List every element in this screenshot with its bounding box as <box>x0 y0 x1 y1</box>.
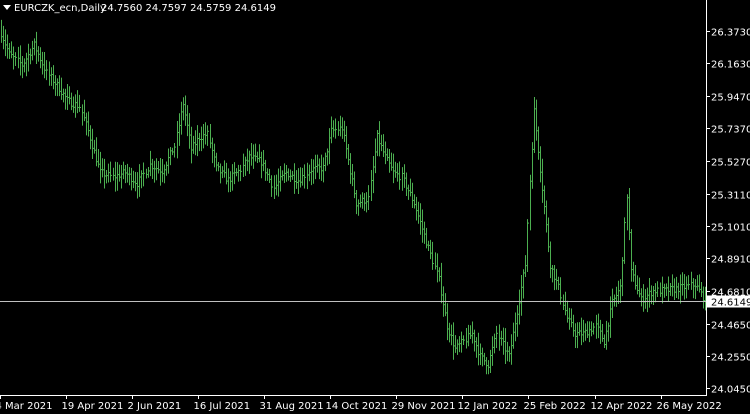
time-tick-label: 25 Feb 2022 <box>524 401 586 412</box>
current-price-label: 24.6149 <box>711 298 750 309</box>
price-tick-label: 25.1010 <box>711 223 750 234</box>
price-tick-label: 24.8910 <box>711 255 750 266</box>
price-chart[interactable]: EURCZK_ecn,Daily 24.7560 24.7597 24.5759… <box>0 0 750 414</box>
price-tick-label: 24.2550 <box>711 353 750 364</box>
price-tick-label: 26.3730 <box>711 28 750 39</box>
time-tick-label: 16 Jul 2021 <box>194 401 251 412</box>
price-tick-label: 25.9470 <box>711 93 750 104</box>
chart-background <box>0 0 750 414</box>
time-tick-label: 19 Apr 2021 <box>62 401 124 412</box>
time-tick-label: 29 Nov 2021 <box>392 401 456 412</box>
price-tick-label: 25.7370 <box>711 125 750 136</box>
time-tick-label: 14 Oct 2021 <box>326 401 388 412</box>
time-tick-label: 31 Aug 2021 <box>260 401 324 412</box>
time-tick-label: 2 Jun 2021 <box>128 401 182 412</box>
chart-ohlc-readout: 24.7560 24.7597 24.5759 24.6149 <box>101 3 276 14</box>
price-tick-label: 25.5270 <box>711 158 750 169</box>
time-tick-label: 26 May 2022 <box>657 401 722 412</box>
time-tick-label: 12 Jan 2022 <box>458 401 518 412</box>
time-tick-label: 4 Mar 2021 <box>0 401 53 412</box>
time-tick-label: 12 Apr 2022 <box>591 401 653 412</box>
chart-symbol-label: EURCZK_ecn,Daily <box>14 3 106 14</box>
price-tick-label: 24.4650 <box>711 321 750 332</box>
price-tick-label: 26.1630 <box>711 60 750 71</box>
price-tick-label: 25.3110 <box>711 191 750 202</box>
price-tick-label: 24.0450 <box>711 385 750 396</box>
